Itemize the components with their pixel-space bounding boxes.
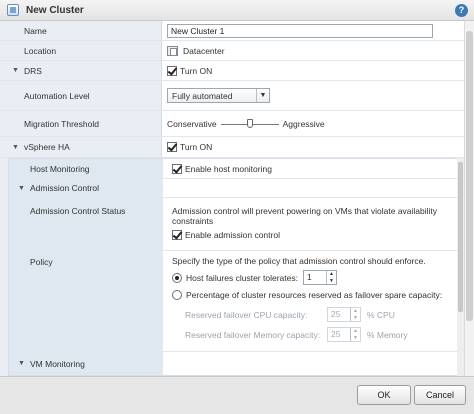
drs-row: ▼ DRS Turn ON	[0, 61, 474, 81]
spin-down-icon[interactable]: ▼	[351, 335, 360, 342]
name-label: Name	[24, 25, 47, 36]
automation-level-select[interactable]: Fully automated ▼	[167, 88, 270, 103]
memory-capacity-value[interactable]: 25	[328, 328, 350, 341]
admission-status-desc-1: Admission control will prevent powering …	[172, 206, 438, 216]
inner-scrollbar[interactable]	[457, 158, 464, 376]
scrollbar-thumb[interactable]	[466, 31, 473, 321]
admission-status-desc-2: constraints	[172, 216, 214, 226]
cpu-capacity-spinner[interactable]: 25 ▲ ▼	[327, 307, 361, 322]
host-monitoring-checkbox[interactable]	[172, 163, 182, 174]
spin-down-icon[interactable]: ▼	[351, 315, 360, 322]
host-monitoring-label: Host Monitoring	[30, 163, 90, 174]
slider-thumb[interactable]	[246, 118, 253, 128]
aggressive-label: Aggressive	[282, 118, 325, 129]
host-monitoring-checkbox-label[interactable]: Enable host monitoring	[185, 164, 272, 174]
ok-button[interactable]: OK	[357, 385, 411, 405]
policy-label: Policy	[30, 257, 53, 267]
expand-icon[interactable]: ▼	[12, 144, 19, 151]
vm-monitoring-label: VM Monitoring	[30, 359, 85, 369]
vsphere-ha-checkbox-label[interactable]: Turn ON	[180, 142, 212, 152]
memory-capacity-label: Reserved failover Memory capacity:	[185, 329, 321, 340]
admission-control-row: ▼ Admission Control	[8, 179, 458, 198]
cluster-icon	[7, 4, 19, 16]
admission-control-checkbox-label[interactable]: Enable admission control	[185, 230, 280, 240]
name-input[interactable]: New Cluster 1	[167, 24, 433, 38]
automation-label: Automation Level	[24, 90, 90, 101]
drs-checkbox-label[interactable]: Turn ON	[180, 66, 212, 76]
migration-label: Migration Threshold	[24, 118, 99, 129]
automation-level-value: Fully automated	[172, 90, 233, 101]
admission-control-label: Admission Control	[30, 183, 99, 193]
title-bar: New Cluster ?	[0, 0, 474, 21]
form-content: Name New Cluster 1 Location Datacenter ▼…	[0, 21, 474, 376]
spin-down-icon[interactable]: ▼	[327, 278, 336, 285]
vm-monitoring-row: ▼ VM Monitoring	[8, 352, 458, 376]
cpu-capacity-value[interactable]: 25	[328, 308, 350, 321]
window-title: New Cluster	[26, 4, 84, 16]
expand-icon[interactable]: ▼	[18, 360, 25, 367]
automation-row: Automation Level Fully automated ▼	[0, 81, 474, 111]
host-failures-radio[interactable]	[172, 272, 182, 283]
location-value: Datacenter	[183, 45, 225, 56]
expand-icon[interactable]: ▼	[12, 67, 19, 74]
dialog-footer: OK Cancel	[0, 376, 474, 414]
help-icon[interactable]: ?	[455, 4, 468, 17]
location-label: Location	[24, 45, 57, 56]
policy-desc: Specify the type of the policy that admi…	[172, 256, 426, 266]
name-row: Name New Cluster 1	[0, 21, 474, 41]
expand-icon[interactable]: ▼	[18, 185, 25, 192]
host-failures-value[interactable]: 1	[304, 271, 326, 284]
migration-threshold-slider[interactable]	[220, 118, 279, 129]
admission-status-label: Admission Control Status	[30, 206, 126, 216]
admission-control-checkbox[interactable]	[172, 230, 182, 240]
vsphere-ha-row: ▼ vSphere HA Turn ON	[0, 137, 474, 158]
datacenter-icon	[167, 45, 178, 56]
vertical-scrollbar[interactable]	[464, 21, 474, 376]
percentage-radio[interactable]	[172, 290, 182, 300]
chevron-down-icon: ▼	[256, 89, 269, 102]
drs-label: DRS	[24, 65, 42, 76]
host-failures-spinner[interactable]: 1 ▲ ▼	[302, 270, 337, 285]
percentage-label[interactable]: Percentage of cluster resources reserved…	[186, 290, 442, 300]
memory-unit: % Memory	[367, 329, 408, 340]
cpu-capacity-label: Reserved failover CPU capacity:	[185, 309, 308, 320]
memory-capacity-spinner[interactable]: 25 ▲ ▼	[327, 327, 361, 342]
host-failures-label[interactable]: Host failures cluster tolerates:	[186, 273, 298, 283]
cancel-button[interactable]: Cancel	[414, 385, 466, 405]
migration-row: Migration Threshold Conservative Aggress…	[0, 111, 474, 137]
conservative-label: Conservative	[167, 118, 217, 129]
host-monitoring-row: Host Monitoring Enable host monitoring	[8, 159, 458, 179]
vsphere-ha-label: vSphere HA	[24, 142, 70, 152]
location-row: Location Datacenter	[0, 41, 474, 61]
cpu-unit: % CPU	[367, 309, 395, 320]
vsphere-ha-checkbox[interactable]	[167, 142, 177, 152]
drs-checkbox[interactable]	[167, 65, 177, 76]
